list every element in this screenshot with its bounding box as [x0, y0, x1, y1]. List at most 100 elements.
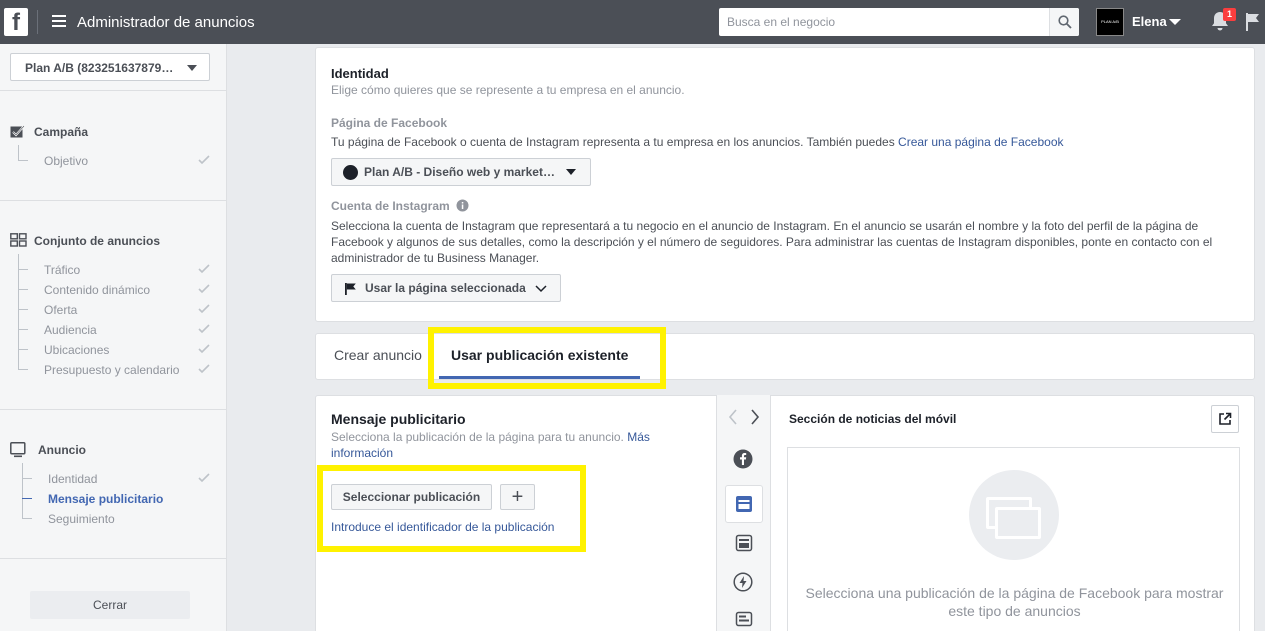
search-input[interactable] [719, 8, 1049, 36]
chevron-down-icon [187, 65, 197, 71]
identity-subtitle: Elige cómo quieres que se represente a t… [331, 83, 685, 97]
facebook-page-label: Página de Facebook [331, 116, 448, 130]
placement-title: Sección de noticias del móvil [789, 412, 957, 426]
chevron-down-icon[interactable] [1169, 19, 1181, 25]
sidebar-item-oferta[interactable]: Oferta [18, 300, 214, 320]
flag-icon [345, 283, 356, 295]
identity-title: Identidad [331, 66, 389, 81]
info-icon[interactable] [456, 199, 469, 212]
notification-badge: 1 [1223, 8, 1236, 21]
desktop-feed-icon[interactable] [735, 534, 753, 552]
sidebar-item-label: Presupuesto y calendario [44, 363, 180, 377]
sidebar-section-title: Anuncio [38, 443, 86, 457]
sidebar-item-label: Contenido dinámico [44, 283, 151, 297]
sidebar-section-adset[interactable]: Conjunto de anuncios [10, 233, 160, 248]
sidebar-divider [0, 409, 226, 410]
highlight-box [428, 327, 666, 389]
business-avatar[interactable]: PLAN A/B [1096, 8, 1124, 36]
sidebar-item-audiencia[interactable]: Audiencia [18, 320, 214, 340]
campaign-select-value: Plan A/B (823251637879… [25, 61, 174, 75]
placeholder-image-icon [969, 470, 1059, 560]
instagram-account-description: Selecciona la cuenta de Instagram que re… [331, 218, 1241, 266]
open-preview-button[interactable] [1211, 405, 1239, 433]
more-info-link[interactable]: Más [627, 430, 650, 444]
page-avatar [343, 165, 358, 180]
sidebar-item-mensaje-publicitario[interactable]: Mensaje publicitario [22, 489, 214, 509]
tab-crear-anuncio[interactable]: Crear anuncio [334, 347, 422, 363]
more-info-link-continued[interactable]: información [331, 446, 393, 460]
sidebar-item-label: Oferta [44, 303, 78, 317]
check-icon [198, 155, 210, 165]
sidebar-section-campaign[interactable]: Campaña [10, 125, 88, 139]
placeholder-line: este tipo de anuncios [948, 603, 1081, 619]
chevron-down-icon [566, 169, 576, 175]
check-icon [198, 324, 210, 334]
ad-preview-frame: Selecciona una publicación de la página … [787, 447, 1240, 631]
chevron-left-icon[interactable] [728, 409, 738, 425]
facebook-page-description: Tu página de Facebook o cuenta de Instag… [331, 134, 1064, 150]
instagram-description-line: administrador de tu Business Manager. [331, 251, 540, 265]
check-icon [198, 364, 210, 374]
creative-description: Selecciona la publicación de la página p… [331, 429, 691, 461]
sidebar-item-label: Tráfico [44, 263, 81, 277]
sidebar-item-label: Objetivo [44, 154, 89, 168]
user-name[interactable]: Elena [1132, 14, 1167, 29]
sidebar-item-label: Mensaje publicitario [48, 492, 164, 506]
right-column-icon[interactable] [735, 611, 753, 631]
create-facebook-page-link[interactable]: Crear una página de Facebook [898, 135, 1063, 149]
placement-rail [716, 395, 771, 631]
sidebar-item-contenido-dinamico[interactable]: Contenido dinámico [18, 280, 214, 300]
creative-title: Mensaje publicitario [331, 411, 466, 427]
sidebar-item-presupuesto[interactable]: Presupuesto y calendario [18, 360, 214, 380]
close-button[interactable]: Cerrar [30, 591, 190, 619]
sidebar: Plan A/B (823251637879… Campaña Objetivo… [0, 44, 227, 631]
check-icon [198, 284, 210, 294]
sidebar-item-trafico[interactable]: Tráfico [18, 260, 214, 280]
sidebar-item-label: Ubicaciones [44, 343, 110, 357]
check-icon [198, 264, 210, 274]
check-icon [198, 473, 210, 483]
instagram-account-select[interactable]: Usar la página seleccionada [331, 274, 561, 302]
facebook-logo-icon[interactable]: f [4, 8, 28, 36]
checkbox-icon [10, 125, 25, 138]
sidebar-divider [0, 90, 226, 91]
sidebar-section-title: Campaña [34, 125, 89, 139]
flag-icon[interactable] [1245, 12, 1261, 32]
top-bar: f Administrador de anuncios PLAN A/B Ele… [0, 0, 1265, 44]
sidebar-item-ubicaciones[interactable]: Ubicaciones [18, 340, 214, 360]
app-title: Administrador de anuncios [77, 14, 255, 31]
topbar-divider [37, 10, 38, 34]
sidebar-item-identidad[interactable]: Identidad [22, 469, 214, 489]
sidebar-section-title: Conjunto de anuncios [34, 234, 160, 248]
external-link-icon [1219, 412, 1232, 425]
campaign-select[interactable]: Plan A/B (823251637879… [10, 53, 210, 81]
sidebar-item-seguimiento[interactable]: Seguimiento [22, 509, 214, 529]
preview-placeholder-text: Selecciona una publicación de la página … [788, 584, 1241, 620]
search-button[interactable] [1049, 8, 1079, 36]
sidebar-item-objetivo[interactable]: Objetivo [18, 145, 214, 171]
chevron-right-icon[interactable] [750, 409, 760, 425]
sidebar-section-ad[interactable]: Anuncio [10, 442, 86, 458]
search-box [719, 8, 1079, 36]
mobile-feed-icon [736, 496, 752, 512]
chevron-down-icon [535, 285, 547, 293]
instagram-account-label-row: Cuenta de Instagram [331, 199, 469, 213]
instant-articles-icon[interactable] [733, 572, 753, 592]
sidebar-divider [0, 200, 226, 201]
hamburger-menu-icon[interactable] [52, 15, 66, 27]
facebook-page-select[interactable]: Plan A/B - Diseño web y market… [331, 158, 591, 186]
instagram-description-line: Facebook y algunos de sus detalles, como… [331, 235, 1213, 249]
placeholder-line: Selecciona una publicación de la página … [805, 585, 1224, 601]
instagram-description-line: Selecciona la cuenta de Instagram que re… [331, 219, 1199, 233]
identity-card: Identidad Elige cómo quieres que se repr… [315, 47, 1255, 322]
monitor-icon [10, 442, 26, 458]
facebook-page-select-value: Plan A/B - Diseño web y market… [364, 165, 555, 179]
instagram-select-value: Usar la página seleccionada [365, 281, 526, 295]
facebook-page-description-text: Tu página de Facebook o cuenta de Instag… [331, 135, 895, 149]
highlight-box [317, 465, 586, 552]
instagram-account-label: Cuenta de Instagram [331, 199, 450, 213]
check-icon [198, 304, 210, 314]
facebook-circle-icon[interactable] [733, 449, 753, 469]
creative-description-text: Selecciona la publicación de la página p… [331, 430, 624, 444]
sidebar-divider [0, 558, 226, 559]
